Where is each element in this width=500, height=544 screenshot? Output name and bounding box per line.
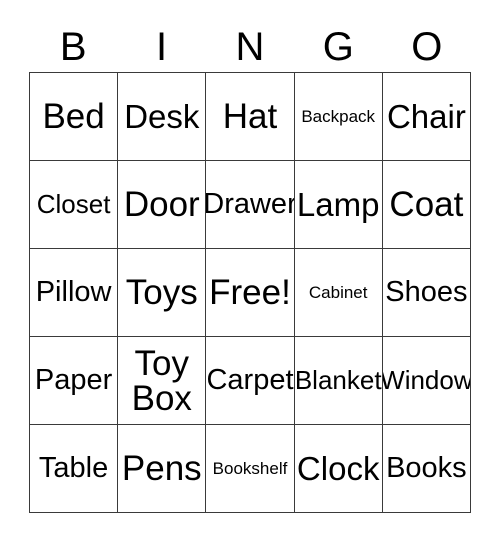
bingo-cell-label: Pens <box>121 448 202 488</box>
bingo-cell-label: Bed <box>42 96 105 136</box>
bingo-cell-n4[interactable]: Carpet <box>206 337 295 425</box>
bingo-cell-n5[interactable]: Bookshelf <box>206 425 295 513</box>
bingo-cell-b1[interactable]: Bed <box>30 73 119 161</box>
bingo-cell-g4[interactable]: Blanket <box>294 337 383 425</box>
bingo-cell-label: Lamp <box>296 185 380 223</box>
bingo-cell-label: Pillow <box>35 275 112 308</box>
bingo-cell-label: Hat <box>222 96 278 136</box>
bingo-cell-label: Chair <box>386 97 466 135</box>
bingo-free-space-label: Free! <box>209 272 291 312</box>
bingo-header-letter-n: N <box>235 25 265 69</box>
bingo-cell-label: Books <box>386 451 467 484</box>
bingo-cell-g1[interactable]: Backpack <box>294 73 383 161</box>
bingo-header-letter-g: G <box>322 25 354 69</box>
bingo-header-letter-b: B <box>59 25 87 69</box>
bingo-cell-o5[interactable]: Books <box>382 425 471 513</box>
bingo-cell-label: Blanket <box>294 365 382 396</box>
bingo-cell-label: Cabinet <box>308 282 368 302</box>
bingo-cell-n1[interactable]: Hat <box>206 73 295 161</box>
bingo-cell-b3[interactable]: Pillow <box>30 249 119 337</box>
bingo-cell-o1[interactable]: Chair <box>382 73 471 161</box>
bingo-cell-label: Shoes <box>385 275 468 308</box>
bingo-cell-label: Bookshelf <box>212 458 288 478</box>
bingo-cell-label: Paper <box>34 363 113 396</box>
bingo-cell-b2[interactable]: Closet <box>30 161 119 249</box>
bingo-cell-label: Backpack <box>301 106 376 126</box>
bingo-cell-i3[interactable]: Toys <box>118 249 207 337</box>
bingo-cell-label: Toys <box>125 272 198 312</box>
bingo-cell-label: Window <box>382 365 471 396</box>
bingo-cell-b4[interactable]: Paper <box>30 337 119 425</box>
bingo-cell-i1[interactable]: Desk <box>118 73 207 161</box>
bingo-cell-i2[interactable]: Door <box>118 161 207 249</box>
bingo-cell-label: Toy Box <box>131 343 192 418</box>
bingo-card: B I N G O Bed Desk Hat Backpack Chair Cl… <box>0 0 500 544</box>
bingo-cell-label: Closet <box>36 189 111 220</box>
bingo-cell-o4[interactable]: Window <box>382 337 471 425</box>
bingo-cell-label: Desk <box>124 97 200 135</box>
bingo-cell-b5[interactable]: Table <box>30 425 119 513</box>
bingo-cell-o3[interactable]: Shoes <box>382 249 471 337</box>
bingo-cell-g3[interactable]: Cabinet <box>294 249 383 337</box>
bingo-header-letter-i: I <box>156 25 168 69</box>
bingo-cell-label: Drawer <box>206 187 295 220</box>
bingo-cell-o2[interactable]: Coat <box>382 161 471 249</box>
bingo-cell-label: Table <box>38 451 109 484</box>
bingo-cell-g5[interactable]: Clock <box>294 425 383 513</box>
bingo-cell-g2[interactable]: Lamp <box>294 161 383 249</box>
bingo-cell-label: Clock <box>296 449 380 487</box>
bingo-cell-label: Coat <box>389 184 464 224</box>
bingo-cell-label: Door <box>123 184 200 224</box>
bingo-header: B I N G O <box>29 22 471 72</box>
bingo-header-letter-o: O <box>411 25 443 69</box>
bingo-cell-i5[interactable]: Pens <box>118 425 207 513</box>
bingo-cell-i4[interactable]: Toy Box <box>118 337 207 425</box>
bingo-cell-label: Carpet <box>206 363 294 396</box>
bingo-grid: Bed Desk Hat Backpack Chair Closet Door … <box>29 72 471 513</box>
bingo-cell-n2[interactable]: Drawer <box>206 161 295 249</box>
bingo-cell-free-space[interactable]: Free! <box>206 249 295 337</box>
